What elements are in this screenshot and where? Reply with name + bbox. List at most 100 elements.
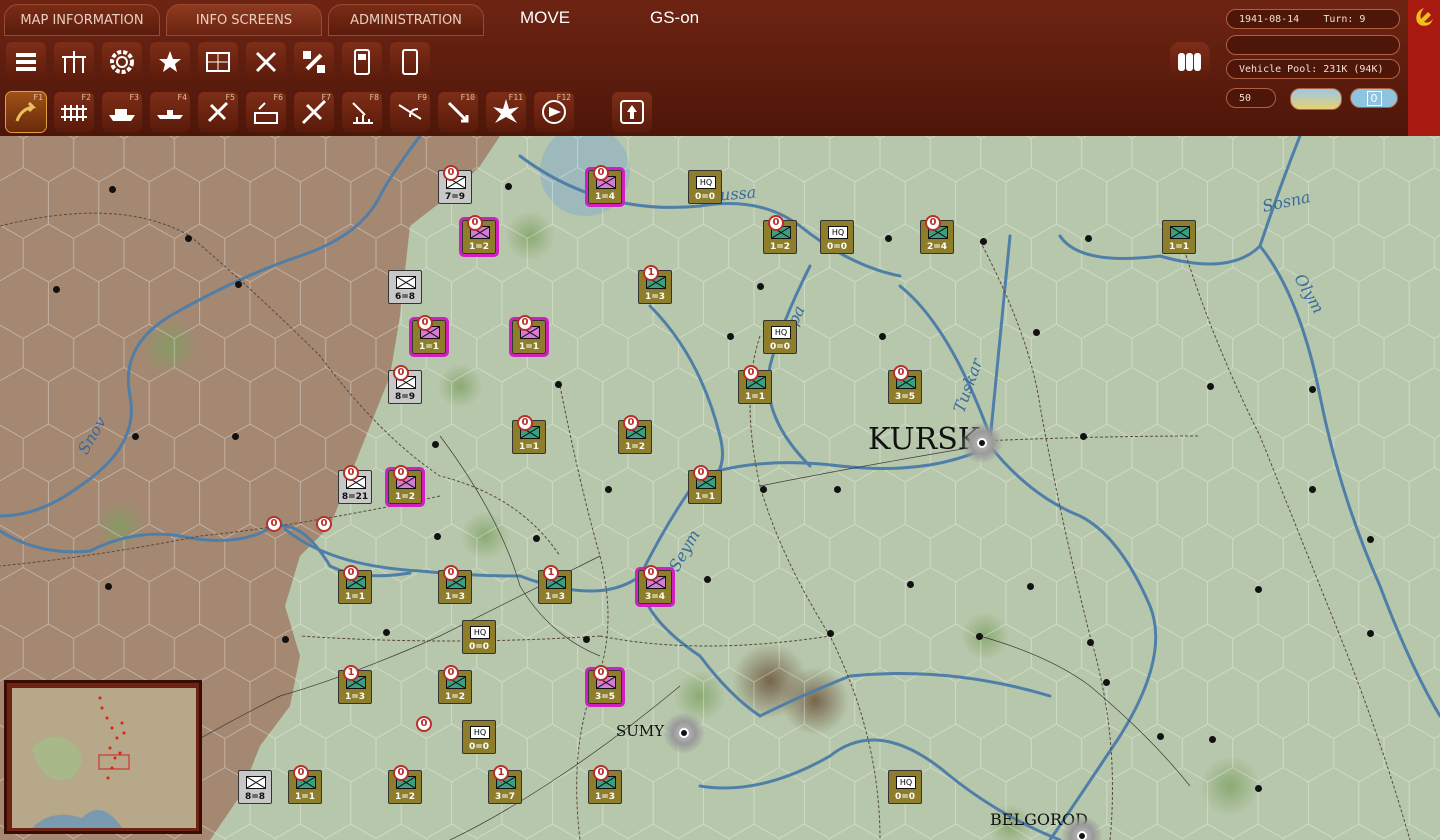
unit-strength-label: 3=5 (894, 392, 916, 402)
unit-strength-label: 0=0 (826, 242, 848, 252)
tree-button[interactable] (54, 42, 94, 82)
tab-administration[interactable]: ADMINISTRATION (328, 4, 484, 36)
paradrop-button[interactable]: F9 (390, 92, 430, 132)
gear-icon (110, 50, 134, 74)
soviet-unit-counter[interactable]: 1=4 0 (585, 165, 625, 207)
attack-marker: 0 (693, 465, 709, 481)
axis-unit-counter[interactable]: 7=9 0 (438, 165, 472, 204)
explosion-button[interactable]: F11 (486, 92, 526, 132)
axis-unit-counter[interactable]: 8=8 (238, 770, 272, 804)
card2-icon (402, 49, 418, 75)
soviet-unit-counter[interactable]: 1=2 0 (618, 415, 652, 454)
upload-icon (620, 100, 644, 124)
map-marker[interactable]: 0 (316, 516, 332, 532)
attack-marker: 0 (417, 315, 433, 331)
soviet-unit-counter[interactable]: 1=3 1 (338, 665, 372, 704)
town-dot (1157, 733, 1164, 740)
soviet-unit-counter[interactable]: 1=1 0 (509, 315, 549, 357)
soviet-unit-counter[interactable]: 1=2 0 (385, 465, 425, 507)
card-button[interactable] (342, 42, 382, 82)
soviet-unit-counter[interactable]: 1=2 0 (763, 215, 797, 254)
soviet-unit-counter[interactable]: 1=1 0 (512, 415, 546, 454)
unit-strength-label: 1=1 (344, 592, 366, 602)
satellite-button[interactable] (294, 42, 334, 82)
compass-button[interactable]: F12 (534, 92, 574, 132)
unit-strength-label: 6=8 (394, 292, 416, 302)
interdiction-button[interactable]: F10 (438, 92, 478, 132)
air-strike-button[interactable]: F7 (294, 92, 334, 132)
naval-button[interactable]: F3 (102, 92, 142, 132)
unit-strength-label: 1=1 (418, 342, 440, 352)
upload-button[interactable] (612, 92, 652, 132)
fkey-label: F6 (273, 93, 283, 102)
air-transfer-button[interactable]: F5 (198, 92, 238, 132)
town-dot (704, 576, 711, 583)
hq-counter[interactable]: HQ 0=0 (688, 170, 722, 204)
air-button[interactable] (246, 42, 286, 82)
hq-counter[interactable]: HQ 0=0 (763, 320, 797, 354)
soviet-unit-counter[interactable]: 3=5 0 (888, 365, 922, 404)
star-button[interactable] (150, 42, 190, 82)
unit-symbol: HQ (896, 776, 916, 789)
soviet-unit-counter[interactable]: 1=3 1 (538, 565, 572, 604)
attack-marker: 0 (443, 165, 459, 181)
attack-marker: 0 (293, 765, 309, 781)
soviet-unit-counter[interactable]: 1=1 (1162, 220, 1196, 254)
axis-unit-counter[interactable]: 8=9 0 (388, 365, 422, 404)
unit-strength-label: 8=9 (394, 392, 416, 402)
hammer-sickle-icon (1416, 8, 1433, 26)
axis-unit-counter[interactable]: 8=21 0 (338, 465, 372, 504)
unit-symbol: HQ (771, 326, 791, 339)
town-dot (53, 286, 60, 293)
soviet-unit-counter[interactable]: 3=5 0 (585, 665, 625, 707)
axis-unit-counter[interactable]: 6=8 (388, 270, 422, 304)
map-marker[interactable]: 0 (416, 716, 432, 732)
town-dot (1367, 536, 1374, 543)
hq-counter[interactable]: HQ 0=0 (820, 220, 854, 254)
minimap[interactable] (4, 680, 202, 834)
hq-counter[interactable]: HQ 0=0 (462, 620, 496, 654)
soviet-unit-counter[interactable]: 1=1 0 (288, 765, 322, 804)
bombing-button[interactable]: F8 (342, 92, 382, 132)
unit-list-button[interactable] (6, 42, 46, 82)
soviet-unit-counter[interactable]: 1=3 1 (638, 265, 672, 304)
sector-button[interactable] (198, 42, 238, 82)
soviet-unit-counter[interactable]: 1=1 0 (688, 465, 722, 504)
soviet-unit-counter[interactable]: 2=4 0 (920, 215, 954, 254)
town-dot (980, 238, 987, 245)
soviet-unit-counter[interactable]: 1=3 0 (438, 565, 472, 604)
hq-counter[interactable]: HQ 0=0 (462, 720, 496, 754)
town-dot (827, 630, 834, 637)
gs-status: GS-on (650, 8, 700, 27)
soviet-unit-counter[interactable]: 3=7 1 (488, 765, 522, 804)
airfield-button[interactable]: F6 (246, 92, 286, 132)
hq-counter[interactable]: HQ 0=0 (888, 770, 922, 804)
attack-marker: 0 (393, 365, 409, 381)
ship-button[interactable]: F4 (150, 92, 190, 132)
soviet-unit-counter[interactable]: 1=2 0 (459, 215, 499, 257)
card2-button[interactable] (390, 42, 430, 82)
move-button[interactable]: F1 (5, 91, 47, 133)
rail-button[interactable]: F2 (54, 92, 94, 132)
soviet-unit-counter[interactable]: 1=1 0 (409, 315, 449, 357)
unit-strength-label: 1=2 (624, 442, 646, 452)
soviet-unit-counter[interactable]: 3=4 0 (635, 565, 675, 607)
toggle-button[interactable]: 0 (1350, 88, 1398, 108)
tab-info-screens[interactable]: INFO SCREENS (166, 4, 322, 36)
minimap-view (12, 688, 196, 828)
map-marker[interactable]: 0 (266, 516, 282, 532)
soviet-unit-counter[interactable]: 1=1 0 (738, 365, 772, 404)
soviet-unit-counter[interactable]: 1=3 0 (588, 765, 622, 804)
unit-strength-label: 2=4 (926, 242, 948, 252)
town-dot (605, 486, 612, 493)
gear-button[interactable] (102, 42, 142, 82)
soviet-unit-counter[interactable]: 1=2 0 (388, 765, 422, 804)
game-map[interactable]: KURSK SUMY BELGOROD Sosna Olym Tuskar Snov Seym… (0, 136, 1440, 840)
soviet-unit-counter[interactable]: 1=2 0 (438, 665, 472, 704)
tab-map-information[interactable]: MAP INFORMATION (4, 4, 160, 36)
fkey-label: F3 (129, 93, 139, 102)
city-dot (1077, 831, 1087, 840)
town-dot (834, 486, 841, 493)
soviet-unit-counter[interactable]: 1=1 0 (338, 565, 372, 604)
stack-button[interactable] (1170, 42, 1210, 82)
